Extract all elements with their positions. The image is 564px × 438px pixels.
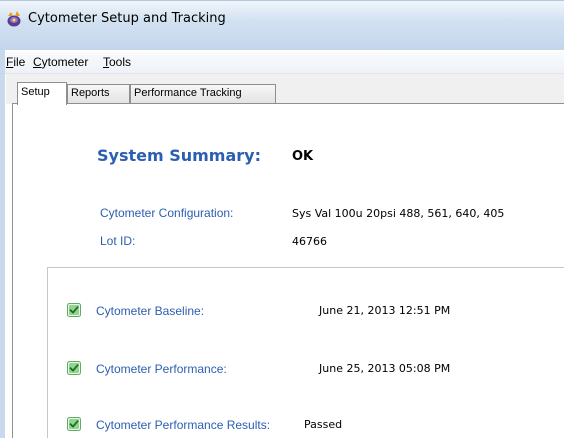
tab-reports[interactable]: Reports [67, 84, 130, 103]
tab-performance-tracking-label: Performance Tracking [134, 87, 242, 99]
system-summary-status: OK [292, 149, 314, 164]
tab-reports-label: Reports [71, 87, 110, 99]
baseline-check-icon [67, 303, 81, 317]
cytometer-performance-results-label: Cytometer Performance Results: [96, 418, 271, 432]
tab-setup[interactable]: Setup [17, 82, 67, 105]
tab-performance-tracking[interactable]: Performance Tracking [130, 84, 276, 103]
tab-panel-top-border [12, 103, 564, 104]
menu-bar: File Cytometer Tools [5, 52, 564, 74]
menu-file-label: ile [13, 55, 26, 69]
window-title: Cytometer Setup and Tracking [28, 11, 226, 26]
menu-cytometer-label: ytometer [41, 55, 89, 69]
cytometer-performance-results-value: Passed [304, 418, 343, 431]
title-bar[interactable]: Cytometer Setup and Tracking [0, 0, 564, 50]
tab-setup-label: Setup [21, 86, 50, 98]
menu-file[interactable]: File [6, 55, 25, 69]
window-frame-left [0, 50, 5, 438]
menu-cytometer-accel: C [33, 55, 42, 69]
status-group-box [47, 267, 564, 438]
menu-cytometer[interactable]: Cytometer [33, 55, 88, 69]
menu-tools[interactable]: Tools [103, 55, 131, 69]
lot-id-label: Lot ID: [100, 234, 136, 248]
performance-check-icon [67, 361, 81, 375]
system-summary-title: System Summary: [97, 146, 261, 165]
performance-results-check-icon [67, 417, 81, 431]
cytometer-baseline-label: Cytometer Baseline: [96, 304, 205, 318]
cytometer-performance-label: Cytometer Performance: [96, 362, 227, 376]
menu-tools-label: ools [109, 55, 132, 69]
cytometer-configuration-value: Sys Val 100u 20psi 488, 561, 640, 405 [292, 207, 505, 220]
app-logo-icon[interactable] [5, 10, 23, 28]
lot-id-value: 46766 [292, 235, 327, 248]
app-window: Cytometer Setup and Tracking File Cytome… [0, 0, 564, 438]
cytometer-baseline-value: June 21, 2013 12:51 PM [319, 304, 451, 317]
tab-panel-left-border [12, 103, 13, 438]
cytometer-configuration-label: Cytometer Configuration: [100, 206, 234, 220]
cytometer-performance-value: June 25, 2013 05:08 PM [319, 362, 451, 375]
